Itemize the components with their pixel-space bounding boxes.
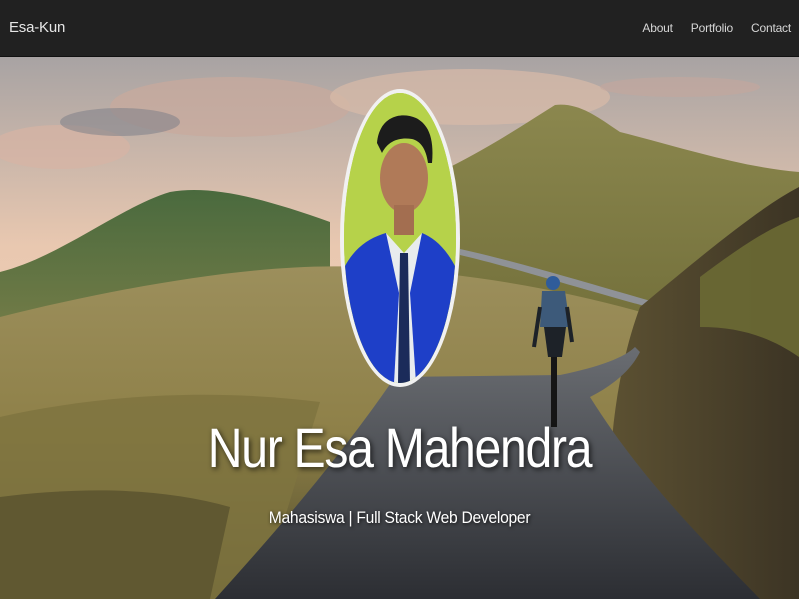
hero-tagline: Mahasiswa | Full Stack Web Developer <box>268 508 531 527</box>
hero-name-heading: Nur Esa Mahendra <box>207 416 593 479</box>
hero-section: Nur Esa Mahendra Mahasiswa | Full Stack … <box>0 57 799 599</box>
nav-link-about[interactable]: About <box>642 21 673 35</box>
nav-links: About Portfolio Contact <box>642 21 791 35</box>
profile-avatar <box>344 93 456 383</box>
brand-logo-text[interactable]: Esa-Kun <box>9 19 65 36</box>
profile-avatar-frame <box>340 89 460 387</box>
nav-link-portfolio[interactable]: Portfolio <box>691 21 733 35</box>
navbar: Esa-Kun About Portfolio Contact <box>0 0 799 57</box>
nav-link-contact[interactable]: Contact <box>751 21 791 35</box>
